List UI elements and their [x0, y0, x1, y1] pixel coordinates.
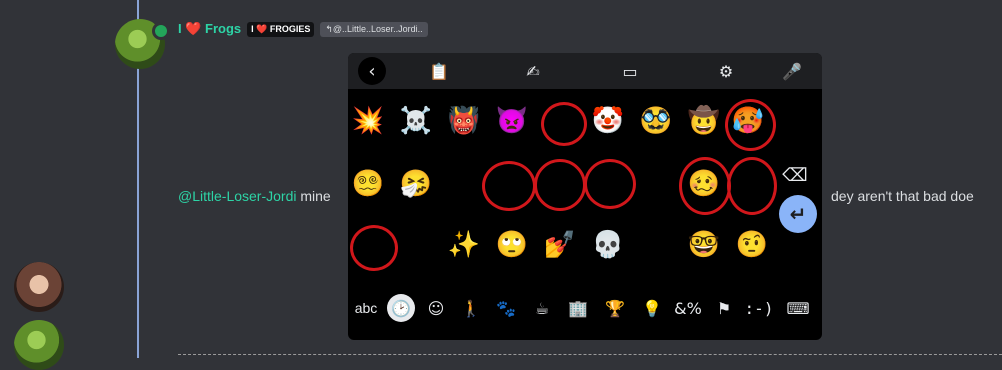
- red-highlight-circle: [679, 157, 731, 215]
- avatar[interactable]: [14, 320, 64, 370]
- red-highlight-circle: [727, 157, 777, 215]
- emoji-cowboy[interactable]: 🤠: [684, 101, 724, 141]
- emoji-nail-polish[interactable]: 💅: [540, 225, 580, 265]
- emoji-nerd[interactable]: 🤓: [684, 225, 724, 265]
- red-highlight-circle: [541, 102, 587, 146]
- avatar[interactable]: [14, 262, 64, 312]
- abc-button[interactable]: abc: [350, 294, 382, 322]
- objects-category-icon[interactable]: 💡: [640, 294, 664, 322]
- red-highlight-circle: [534, 159, 586, 211]
- reply-reference[interactable]: ↰@..Little..Loser..Jordi..: [320, 21, 428, 37]
- emoji-clown[interactable]: 🤡: [588, 101, 628, 141]
- back-icon[interactable]: ‹: [358, 57, 386, 85]
- red-highlight-circle: [350, 225, 398, 271]
- emoji-keyboard: ‹ 📋 ✍ ▭ ⚙ 🎤 💥 ☠️ 👹 👿 😈 🤡 🥸 🤠 🥵 😵‍💫 🤧 😖 😣…: [348, 53, 822, 340]
- emoji-eye-roll[interactable]: 🙄: [492, 225, 532, 265]
- divider: [178, 354, 1002, 355]
- mic-icon[interactable]: 🎤: [778, 57, 806, 85]
- emoji-skull[interactable]: 💀: [588, 225, 628, 265]
- red-highlight-circle: [482, 161, 536, 211]
- message-header: I ❤️ Frogs I ❤️ FROGIES ↰@..Little..Lose…: [178, 20, 428, 38]
- message-text: mine: [300, 188, 331, 204]
- keyboard-toolbar: ‹ 📋 ✍ ▭ ⚙ 🎤: [348, 53, 822, 89]
- backspace-icon[interactable]: ⌫: [780, 163, 810, 187]
- emoji-ogre[interactable]: 👹: [444, 101, 484, 141]
- online-status-indicator: [152, 22, 170, 40]
- people-category-icon[interactable]: 🚶: [459, 294, 483, 322]
- flags-category-icon[interactable]: ⚑: [712, 294, 736, 322]
- emoji-anxious-sweat[interactable]: 😰: [636, 164, 676, 204]
- food-category-icon[interactable]: ☕: [530, 294, 554, 322]
- emoji-skull-crossbones[interactable]: ☠️: [396, 101, 436, 141]
- clipboard-icon[interactable]: 📋: [425, 57, 453, 85]
- settings-icon[interactable]: ⚙: [712, 57, 740, 85]
- emoji-collision[interactable]: 💥: [348, 101, 388, 141]
- username[interactable]: I ❤️ Frogs: [178, 21, 241, 37]
- smileys-category-icon[interactable]: ☺: [424, 294, 448, 322]
- message-content: @Little-Loser-Jordi mine: [178, 188, 331, 204]
- enter-button[interactable]: ↵: [779, 195, 817, 233]
- handwriting-icon[interactable]: ✍: [519, 57, 547, 85]
- message-text-trailing: dey aren't that bad doe: [831, 188, 974, 204]
- emoji-dizzy-face[interactable]: 😵‍💫: [348, 164, 388, 204]
- emoji-raised-eyebrow[interactable]: 🤨: [732, 225, 772, 265]
- emoji-sneezing[interactable]: 🤧: [396, 164, 436, 204]
- emoji-confounded[interactable]: 😖: [444, 164, 484, 204]
- emoji-kissing[interactable]: 😗: [396, 225, 436, 265]
- emoji-angry-devil[interactable]: 👿: [492, 101, 532, 141]
- symbols-category-icon[interactable]: &%: [674, 294, 702, 322]
- activities-category-icon[interactable]: 🏆: [603, 294, 627, 322]
- recent-emoji-icon[interactable]: 🕑: [387, 294, 415, 322]
- red-highlight-circle: [725, 99, 776, 151]
- emoticons-category-icon[interactable]: :-): [744, 294, 774, 322]
- user-mention[interactable]: @Little-Loser-Jordi: [178, 188, 296, 204]
- emoji-crying[interactable]: 😭: [636, 225, 676, 265]
- travel-category-icon[interactable]: 🏢: [566, 294, 590, 322]
- keyboard-icon[interactable]: ⌨: [785, 294, 811, 322]
- floating-keyboard-icon[interactable]: ▭: [616, 57, 644, 85]
- emoji-sparkles[interactable]: ✨: [444, 225, 484, 265]
- animals-category-icon[interactable]: 🐾: [494, 294, 518, 322]
- red-highlight-circle: [584, 159, 636, 209]
- emoji-disguised[interactable]: 🥸: [636, 101, 676, 141]
- role-tag: I ❤️ FROGIES: [247, 21, 315, 37]
